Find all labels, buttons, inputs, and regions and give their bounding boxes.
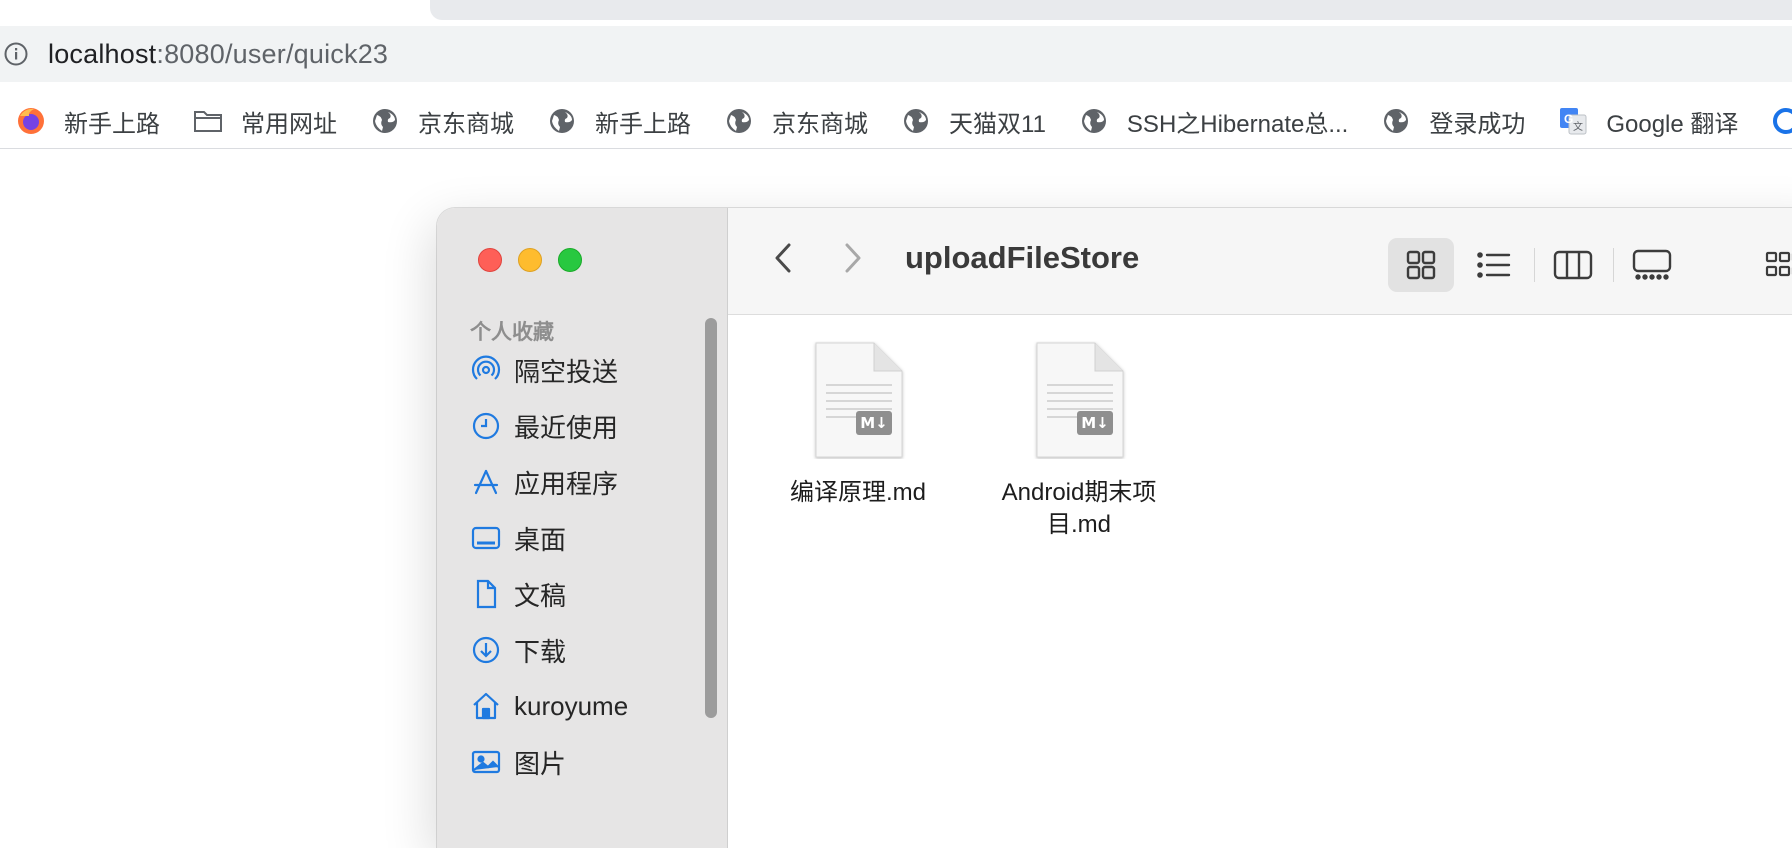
sidebar-item-label: 下载 <box>514 636 567 667</box>
finder-sidebar: 个人收藏 隔空投送 最近使用 应用程序 桌面 文稿 下载 kuroyume 图片 <box>437 208 728 848</box>
bookmark-4[interactable]: 京东商城 <box>724 104 868 139</box>
site-info-icon[interactable] <box>2 40 30 68</box>
file-item[interactable]: M↓ Android期末项目.md <box>993 341 1165 541</box>
bookmark-label: 登录成功 <box>1429 110 1526 138</box>
grid-icon <box>1406 250 1436 280</box>
google-translate-icon: G文 <box>1558 106 1588 136</box>
url-host: localhost <box>48 38 157 69</box>
bookmark-5[interactable]: 天猫双11 <box>901 104 1046 139</box>
bookmark-8[interactable]: G文 Google 翻译 <box>1558 104 1738 139</box>
sidebar-item-label: kuroyume <box>514 690 629 721</box>
icon-view-button[interactable] <box>1388 238 1454 292</box>
finder-window: 个人收藏 隔空投送 最近使用 应用程序 桌面 文稿 下载 kuroyume 图片… <box>437 208 1792 848</box>
download-icon <box>470 634 502 666</box>
home-icon <box>470 690 502 722</box>
bookmark-0[interactable]: 新手上路 <box>16 104 160 139</box>
airdrop-icon <box>470 354 502 386</box>
bookmark-label: 新手上路 <box>64 110 160 138</box>
sidebar-item-documents[interactable]: 文稿 <box>470 566 710 622</box>
bookmark-label: 天猫双11 <box>949 110 1046 138</box>
clock-icon <box>470 410 502 442</box>
bookmark-3[interactable]: 新手上路 <box>547 104 691 139</box>
forward-button[interactable] <box>836 238 870 278</box>
svg-text:文: 文 <box>1573 120 1583 133</box>
sidebar-item-label: 图片 <box>514 748 567 779</box>
browser-tab[interactable] <box>430 0 1792 20</box>
svg-text:G: G <box>1564 112 1573 126</box>
window-controls <box>478 248 582 272</box>
finder-toolbar: uploadFileStore <box>728 208 1792 315</box>
bookmarks-bar: 新手上路 常用网址 京东商城 新手上路 京东商城 天猫双11 SSH之Hiber… <box>0 94 1792 149</box>
file-item[interactable]: M↓ 编译原理.md <box>772 341 944 509</box>
address-bar[interactable]: localhost:8080/user/quick23 <box>0 26 1792 82</box>
url-path: :8080/user/quick23 <box>156 38 389 69</box>
bookmark-label: 常用网址 <box>241 110 337 138</box>
gallery-icon <box>1632 249 1672 280</box>
view-separator <box>1534 248 1535 282</box>
globe-icon <box>901 106 931 136</box>
chevron-right-icon <box>845 243 861 273</box>
bookmark-6[interactable]: SSH之Hibernate总... <box>1079 104 1348 139</box>
file-area: M↓ 编译原理.md M↓ Android期末项目.md <box>728 315 1792 848</box>
file-badge: M↓ <box>860 414 888 432</box>
bookmark-label: 新手上路 <box>595 110 691 138</box>
applications-icon <box>470 466 502 498</box>
columns-icon <box>1553 250 1593 280</box>
view-separator <box>1613 248 1614 282</box>
sidebar-item-pictures[interactable]: 图片 <box>470 734 710 790</box>
sidebar-item-label: 应用程序 <box>514 468 619 499</box>
sidebar-item-home[interactable]: kuroyume <box>470 678 710 734</box>
zoom-button[interactable] <box>558 248 582 272</box>
sidebar-item-recents[interactable]: 最近使用 <box>470 398 710 454</box>
chevron-left-icon <box>775 243 791 273</box>
column-view-button[interactable] <box>1540 238 1606 292</box>
list-view-button[interactable] <box>1461 238 1527 292</box>
globe-icon <box>1381 106 1411 136</box>
page-content: 个人收藏 隔空投送 最近使用 应用程序 桌面 文稿 下载 kuroyume 图片… <box>0 150 1792 848</box>
markdown-file-icon: M↓ <box>815 342 903 458</box>
globe-icon <box>547 106 577 136</box>
pictures-icon <box>470 746 502 778</box>
gallery-view-button[interactable] <box>1619 238 1685 292</box>
list-icon <box>1477 252 1511 278</box>
sidebar-list: 隔空投送 最近使用 应用程序 桌面 文稿 下载 kuroyume 图片 <box>470 342 710 790</box>
sidebar-item-label: 隔空投送 <box>514 356 619 387</box>
file-name: 编译原理.md <box>789 479 926 506</box>
sidebar-item-airdrop[interactable]: 隔空投送 <box>470 342 710 398</box>
sidebar-item-label: 桌面 <box>514 524 567 555</box>
tab-strip <box>0 0 1792 24</box>
bookmark-2[interactable]: 京东商城 <box>370 104 514 139</box>
markdown-file-icon: M↓ <box>1036 342 1124 458</box>
globe-icon <box>724 106 754 136</box>
globe-icon <box>370 106 400 136</box>
bookmark-7[interactable]: 登录成功 <box>1381 104 1525 139</box>
folder-title: uploadFileStore <box>905 240 1140 275</box>
globe-icon <box>1079 106 1109 136</box>
desktop-icon <box>470 522 502 554</box>
file-name: Android期末项目.md <box>1001 479 1157 538</box>
bookmark-label: Google 翻译 <box>1606 110 1739 138</box>
back-button[interactable] <box>766 238 800 278</box>
sidebar-item-label: 最近使用 <box>514 412 619 443</box>
sidebar-scrollbar[interactable] <box>705 318 717 718</box>
sidebar-item-applications[interactable]: 应用程序 <box>470 454 710 510</box>
url-text[interactable]: localhost:8080/user/quick23 <box>48 39 388 70</box>
bookmark-label: 京东商城 <box>418 110 514 138</box>
sidebar-item-label: 文稿 <box>514 580 567 611</box>
minimize-button[interactable] <box>518 248 542 272</box>
loading-icon <box>1771 106 1792 136</box>
document-icon <box>470 578 502 610</box>
group-button[interactable] <box>1752 238 1792 292</box>
sidebar-item-downloads[interactable]: 下载 <box>470 622 710 678</box>
bookmark-label: 京东商城 <box>772 110 868 138</box>
sidebar-item-desktop[interactable]: 桌面 <box>470 510 710 566</box>
bookmark-overflow[interactable] <box>1771 106 1792 136</box>
file-badge: M↓ <box>1081 414 1109 432</box>
bookmark-1[interactable]: 常用网址 <box>193 104 337 139</box>
group-grid-icon <box>1765 251 1792 277</box>
firefox-icon <box>16 106 46 136</box>
bookmark-label: SSH之Hibernate总... <box>1126 110 1349 138</box>
folder-icon <box>193 106 223 136</box>
close-button[interactable] <box>478 248 502 272</box>
